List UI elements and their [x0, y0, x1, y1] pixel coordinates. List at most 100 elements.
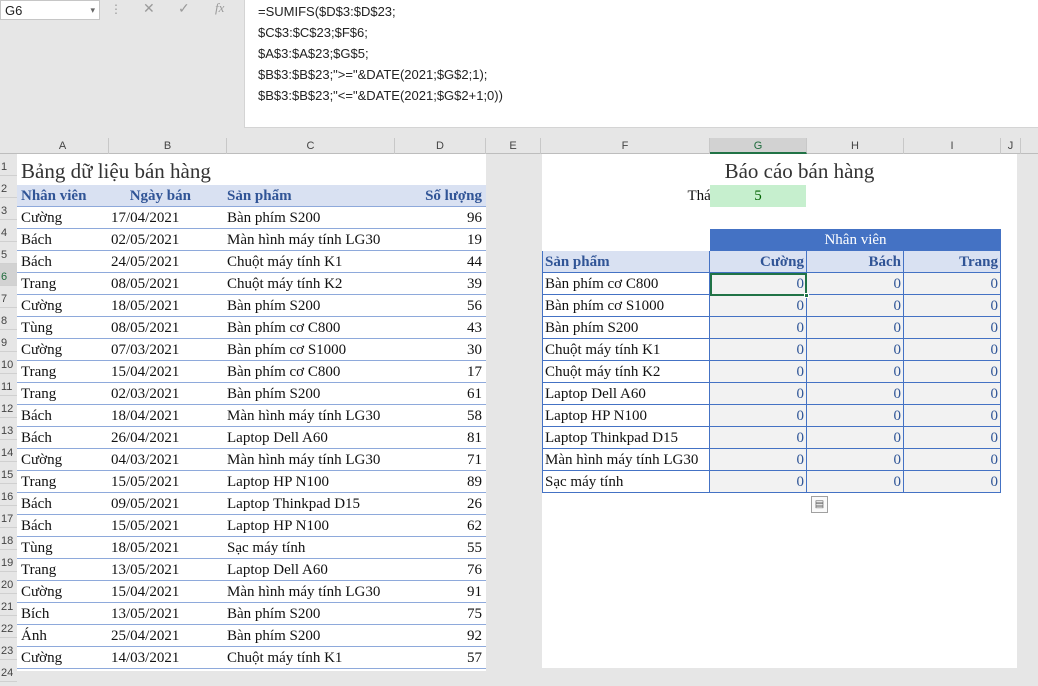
row-header-11[interactable]: 11: [0, 374, 17, 396]
quantity-cell[interactable]: 30: [395, 339, 484, 361]
date-cell[interactable]: 08/05/2021: [109, 317, 203, 339]
data-table-title[interactable]: Bảng dữ liệu bán hàng: [19, 157, 213, 185]
report-value-cell[interactable]: 0: [710, 317, 807, 339]
quantity-cell[interactable]: 56: [395, 295, 484, 317]
employee-cell[interactable]: Tùng: [19, 537, 109, 559]
employee-cell[interactable]: Bách: [19, 493, 109, 515]
row-header-5[interactable]: 5: [0, 242, 17, 264]
row-header-21[interactable]: 21: [0, 594, 17, 616]
formula-input[interactable]: =SUMIFS($D$3:$D$23; $C$3:$C$23;$F$6; $A$3:…: [244, 0, 1038, 128]
employee-cell[interactable]: Trang: [19, 273, 109, 295]
product-cell[interactable]: Laptop Dell A60: [225, 427, 395, 449]
report-value-cell[interactable]: 0: [710, 295, 807, 317]
quantity-cell[interactable]: 81: [395, 427, 484, 449]
date-cell[interactable]: 25/04/2021: [109, 625, 203, 647]
report-value-cell[interactable]: 0: [710, 427, 807, 449]
quantity-cell[interactable]: 76: [395, 559, 484, 581]
report-value-cell[interactable]: 0: [807, 383, 904, 405]
quantity-cell[interactable]: 96: [395, 207, 484, 229]
cancel-icon[interactable]: ✕: [143, 0, 155, 17]
data-header-2[interactable]: Sản phẩm: [225, 185, 395, 207]
report-value-cell[interactable]: 0: [807, 317, 904, 339]
date-cell[interactable]: 24/05/2021: [109, 251, 203, 273]
product-cell[interactable]: Chuột máy tính K1: [225, 647, 395, 669]
row-header-14[interactable]: 14: [0, 440, 17, 462]
employee-header[interactable]: Nhân viên: [710, 229, 1001, 251]
employee-cell[interactable]: Trang: [19, 471, 109, 493]
product-cell[interactable]: Màn hình máy tính LG30: [225, 449, 395, 471]
column-header-c[interactable]: C: [227, 138, 395, 154]
row-header-12[interactable]: 12: [0, 396, 17, 418]
report-value-cell[interactable]: 0: [710, 405, 807, 427]
report-value-cell[interactable]: 0: [807, 427, 904, 449]
column-header-d[interactable]: D: [395, 138, 486, 154]
product-cell[interactable]: Bàn phím S200: [225, 383, 395, 405]
product-cell[interactable]: Bàn phím S200: [225, 603, 395, 625]
date-cell[interactable]: 02/05/2021: [109, 229, 203, 251]
row-header-15[interactable]: 15: [0, 462, 17, 484]
date-cell[interactable]: 17/04/2021: [109, 207, 203, 229]
row-header-17[interactable]: 17: [0, 506, 17, 528]
worksheet[interactable]: Bảng dữ liệu bán hàng Nhân viên Ngày bán S…: [17, 154, 1038, 683]
report-value-cell[interactable]: 0: [904, 317, 1001, 339]
row-header-4[interactable]: 4: [0, 220, 17, 242]
date-cell[interactable]: 14/03/2021: [109, 647, 203, 669]
row-header-13[interactable]: 13: [0, 418, 17, 440]
quantity-cell[interactable]: 55: [395, 537, 484, 559]
employee-cell[interactable]: Cường: [19, 339, 109, 361]
quantity-cell[interactable]: 89: [395, 471, 484, 493]
report-product-cell[interactable]: Bàn phím S200: [542, 317, 710, 339]
column-header-a[interactable]: A: [17, 138, 109, 154]
column-header-e[interactable]: E: [486, 138, 541, 154]
product-cell[interactable]: Chuột máy tính K2: [225, 273, 395, 295]
row-header-1[interactable]: 1: [0, 154, 17, 176]
report-value-cell[interactable]: 0: [807, 471, 904, 493]
row-header-8[interactable]: 8: [0, 308, 17, 330]
quantity-cell[interactable]: 43: [395, 317, 484, 339]
report-value-cell[interactable]: 0: [710, 383, 807, 405]
employee-cell[interactable]: Bách: [19, 515, 109, 537]
employee-cell[interactable]: Trang: [19, 383, 109, 405]
report-value-cell[interactable]: 0: [807, 273, 904, 295]
product-cell[interactable]: Màn hình máy tính LG30: [225, 229, 395, 251]
report-value-cell[interactable]: 0: [904, 273, 1001, 295]
product-cell[interactable]: Màn hình máy tính LG30: [225, 581, 395, 603]
product-cell[interactable]: Bàn phím S200: [225, 295, 395, 317]
quantity-cell[interactable]: 61: [395, 383, 484, 405]
quantity-cell[interactable]: 17: [395, 361, 484, 383]
row-header-6[interactable]: 6: [0, 264, 17, 286]
product-cell[interactable]: Sạc máy tính: [225, 537, 395, 559]
quantity-cell[interactable]: 39: [395, 273, 484, 295]
date-cell[interactable]: 15/05/2021: [109, 471, 203, 493]
report-product-cell[interactable]: Chuột máy tính K2: [542, 361, 710, 383]
product-cell[interactable]: Bàn phím cơ C800: [225, 361, 395, 383]
insert-function-icon[interactable]: fx: [215, 0, 224, 16]
report-product-cell[interactable]: Laptop Thinkpad D15: [542, 427, 710, 449]
report-product-cell[interactable]: Màn hình máy tính LG30: [542, 449, 710, 471]
row-header-20[interactable]: 20: [0, 572, 17, 594]
product-cell[interactable]: Laptop Thinkpad D15: [225, 493, 395, 515]
product-cell[interactable]: Chuột máy tính K1: [225, 251, 395, 273]
report-value-cell[interactable]: 0: [904, 449, 1001, 471]
date-cell[interactable]: 15/04/2021: [109, 581, 203, 603]
row-header-23[interactable]: 23: [0, 638, 17, 660]
fill-handle[interactable]: [804, 293, 809, 298]
row-header-19[interactable]: 19: [0, 550, 17, 572]
employee-cell[interactable]: Cường: [19, 449, 109, 471]
data-header-1[interactable]: Ngày bán: [109, 185, 203, 207]
paste-options-icon[interactable]: ▤: [811, 496, 828, 513]
report-value-cell[interactable]: 0: [904, 339, 1001, 361]
report-value-cell[interactable]: 0: [904, 295, 1001, 317]
date-cell[interactable]: 13/05/2021: [109, 603, 203, 625]
employee-cell[interactable]: Tùng: [19, 317, 109, 339]
report-product-cell[interactable]: Sạc máy tính: [542, 471, 710, 493]
product-cell[interactable]: Laptop HP N100: [225, 515, 395, 537]
product-cell[interactable]: Màn hình máy tính LG30: [225, 405, 395, 427]
row-header-22[interactable]: 22: [0, 616, 17, 638]
product-cell[interactable]: Bàn phím S200: [225, 207, 395, 229]
employee-cell[interactable]: Bách: [19, 229, 109, 251]
report-title[interactable]: Báo cáo bán hàng: [695, 157, 904, 185]
report-value-cell[interactable]: 0: [710, 273, 807, 295]
employee-cell[interactable]: Trang: [19, 361, 109, 383]
more-options-icon[interactable]: ⋮: [110, 2, 122, 16]
